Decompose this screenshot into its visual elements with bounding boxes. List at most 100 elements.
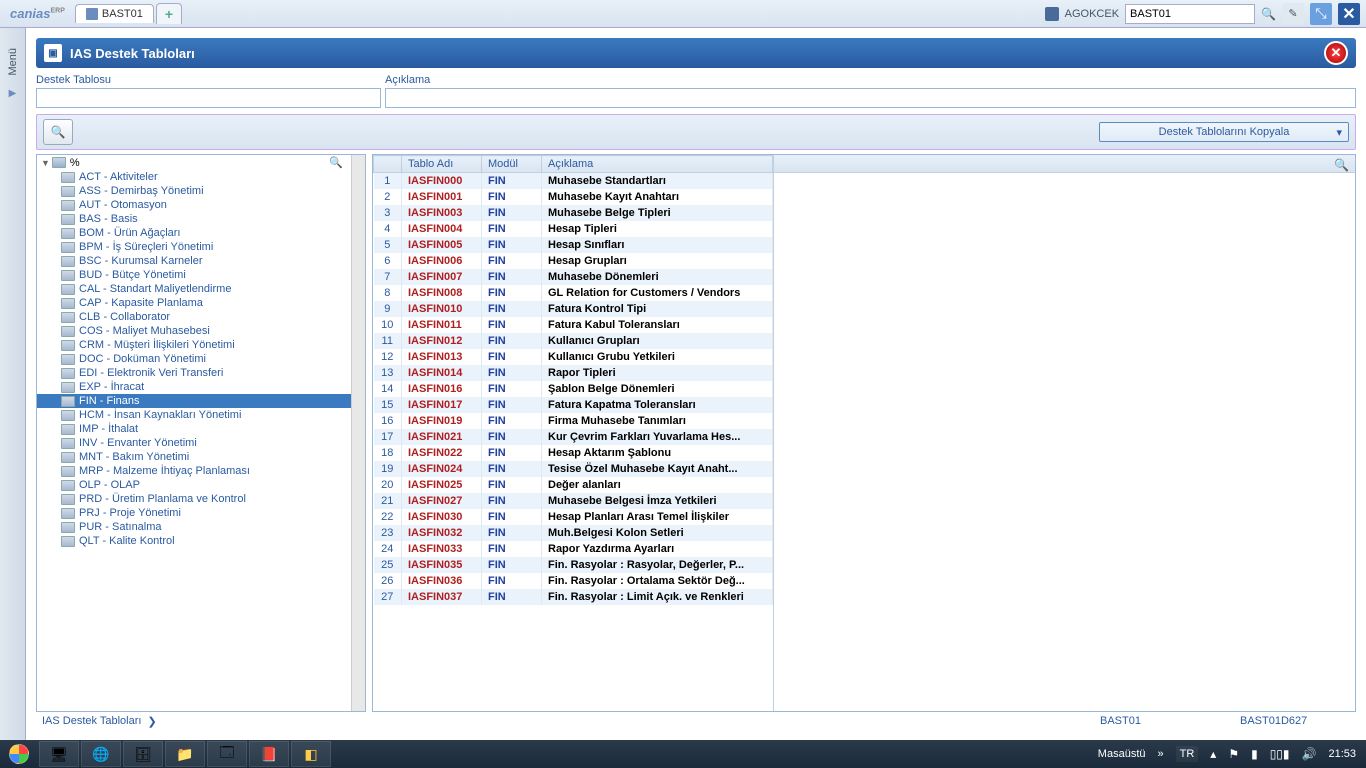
tree-item[interactable]: OLP - OLAP xyxy=(37,478,351,492)
window-edit-button[interactable] xyxy=(1282,3,1304,25)
table-row[interactable]: 21IASFIN027FINMuhasebe Belgesi İmza Yetk… xyxy=(374,493,773,509)
taskbar-item-1[interactable]: 🖥 xyxy=(39,741,79,767)
tree-scrollbar[interactable] xyxy=(351,155,365,711)
tree-collapse-icon[interactable]: ▼ xyxy=(41,158,50,168)
table-row[interactable]: 20IASFIN025FINDeğer alanları xyxy=(374,477,773,493)
table-row[interactable]: 11IASFIN012FINKullanıcı Grupları xyxy=(374,333,773,349)
volume-icon[interactable]: 🔊 xyxy=(1302,747,1317,761)
tree-item[interactable]: FIN - Finans xyxy=(37,394,351,408)
table-row[interactable]: 6IASFIN006FINHesap Grupları xyxy=(374,253,773,269)
tree-item[interactable]: EDI - Elektronik Veri Transferi xyxy=(37,366,351,380)
menu-expand-icon[interactable]: ▶ xyxy=(9,88,17,99)
table-row[interactable]: 18IASFIN022FINHesap Aktarım Şablonu xyxy=(374,445,773,461)
table-row[interactable]: 16IASFIN019FINFirma Muhasebe Tanımları xyxy=(374,413,773,429)
tree-item[interactable]: BOM - Ürün Ağaçları xyxy=(37,226,351,240)
folder-icon xyxy=(61,242,75,253)
table-row[interactable]: 12IASFIN013FINKullanıcı Grubu Yetkileri xyxy=(374,349,773,365)
table-row[interactable]: 13IASFIN014FINRapor Tipleri xyxy=(374,365,773,381)
tree-item[interactable]: INV - Envanter Yönetimi xyxy=(37,436,351,450)
tree-item[interactable]: BAS - Basis xyxy=(37,212,351,226)
table-row[interactable]: 23IASFIN032FINMuh.Belgesi Kolon Setleri xyxy=(374,525,773,541)
table-row[interactable]: 10IASFIN011FINFatura Kabul Toleransları xyxy=(374,317,773,333)
col-desc[interactable]: Açıklama xyxy=(542,156,773,173)
tree-item[interactable]: PRD - Üretim Planlama ve Kontrol xyxy=(37,492,351,506)
cell-module: FIN xyxy=(482,333,542,349)
window-maximize-button[interactable] xyxy=(1310,3,1332,25)
filter-desc-input[interactable] xyxy=(385,88,1356,108)
tree-item[interactable]: BSC - Kurumsal Karneler xyxy=(37,254,351,268)
network-icon[interactable]: ▯▯▮ xyxy=(1270,747,1290,761)
tree-item[interactable]: CAP - Kapasite Planlama xyxy=(37,296,351,310)
table-row[interactable]: 7IASFIN007FINMuhasebe Dönemleri xyxy=(374,269,773,285)
breadcrumb[interactable]: IAS Destek Tabloları xyxy=(42,715,141,727)
taskbar-item-folder[interactable]: 📁 xyxy=(165,741,205,767)
tree-item[interactable]: EXP - İhracat xyxy=(37,380,351,394)
col-table-name[interactable]: Tablo Adı xyxy=(402,156,482,173)
battery-icon[interactable]: ▮ xyxy=(1251,747,1258,761)
table-row[interactable]: 3IASFIN003FINMuhasebe Belge Tipleri xyxy=(374,205,773,221)
table-row[interactable]: 17IASFIN021FINKur Çevrim Farkları Yuvarl… xyxy=(374,429,773,445)
global-search-input[interactable] xyxy=(1125,4,1255,24)
tree-search-icon[interactable]: 🔍 xyxy=(329,156,347,169)
cell-module: FIN xyxy=(482,493,542,509)
tree-item[interactable]: CRM - Müşteri İlişkileri Yönetimi xyxy=(37,338,351,352)
tree-item[interactable]: CAL - Standart Maliyetlendirme xyxy=(37,282,351,296)
table-row[interactable]: 5IASFIN005FINHesap Sınıfları xyxy=(374,237,773,253)
tree-item[interactable]: HCM - İnsan Kaynakları Yönetimi xyxy=(37,408,351,422)
flag-icon[interactable]: ⚑ xyxy=(1228,747,1239,761)
tree-item[interactable]: IMP - İthalat xyxy=(37,422,351,436)
table-row[interactable]: 14IASFIN016FINŞablon Belge Dönemleri xyxy=(374,381,773,397)
language-indicator[interactable]: TR xyxy=(1176,746,1199,762)
table-row[interactable]: 19IASFIN024FINTesise Özel Muhasebe Kayıt… xyxy=(374,461,773,477)
tree-item[interactable]: PUR - Satınalma xyxy=(37,520,351,534)
search-button[interactable] xyxy=(43,119,73,145)
table-row[interactable]: 22IASFIN030FINHesap Planları Arası Temel… xyxy=(374,509,773,525)
start-button[interactable] xyxy=(0,740,38,768)
tree-item[interactable]: PRJ - Proje Yönetimi xyxy=(37,506,351,520)
table-row[interactable]: 4IASFIN004FINHesap Tipleri xyxy=(374,221,773,237)
taskbar-item-window[interactable]: 🗔 xyxy=(207,741,247,767)
tree-item[interactable]: ACT - Aktiviteler xyxy=(37,170,351,184)
tab-bast01[interactable]: BAST01 xyxy=(75,4,154,23)
taskbar-item-app[interactable]: ◧ xyxy=(291,741,331,767)
cell-rownum: 20 xyxy=(374,477,402,493)
table-search-icon[interactable]: 🔍 xyxy=(1334,158,1349,172)
table-row[interactable]: 1IASFIN000FINMuhasebe Standartları xyxy=(374,173,773,189)
table-row[interactable]: 25IASFIN035FINFin. Rasyolar : Rasyolar, … xyxy=(374,557,773,573)
copy-tables-dropdown[interactable]: Destek Tablolarını Kopyala xyxy=(1099,122,1349,142)
page-close-button[interactable]: ✕ xyxy=(1324,41,1348,65)
filter-table-input[interactable] xyxy=(36,88,381,108)
clock[interactable]: 21:53 xyxy=(1328,748,1356,760)
tray-up-icon[interactable]: ▴ xyxy=(1210,747,1216,761)
tree-item[interactable]: CLB - Collaborator xyxy=(37,310,351,324)
tree-item[interactable]: DOC - Doküman Yönetimi xyxy=(37,352,351,366)
search-icon[interactable]: 🔍 xyxy=(1261,7,1276,21)
taskbar-item-pdf[interactable]: 📕 xyxy=(249,741,289,767)
tree-item[interactable]: AUT - Otomasyon xyxy=(37,198,351,212)
tree-item[interactable]: MRP - Malzeme İhtiyaç Planlaması xyxy=(37,464,351,478)
show-desktop-label[interactable]: Masaüstü xyxy=(1098,748,1146,760)
table-row[interactable]: 9IASFIN010FINFatura Kontrol Tipi xyxy=(374,301,773,317)
taskbar-item-chrome[interactable]: 🌐 xyxy=(81,741,121,767)
new-tab-button[interactable]: + xyxy=(156,3,182,24)
tree-item[interactable]: QLT - Kalite Kontrol xyxy=(37,534,351,548)
table-row[interactable]: 2IASFIN001FINMuhasebe Kayıt Anahtarı xyxy=(374,189,773,205)
taskbar-item-db[interactable]: 🗄 xyxy=(123,741,163,767)
table-row[interactable]: 27IASFIN037FINFin. Rasyolar : Limit Açık… xyxy=(374,589,773,605)
menu-sidebar[interactable]: Menü ▶ xyxy=(0,28,26,740)
tree-item[interactable]: BUD - Bütçe Yönetimi xyxy=(37,268,351,282)
tree-item[interactable]: BPM - İş Süreçleri Yönetimi xyxy=(37,240,351,254)
tree-item[interactable]: MNT - Bakım Yönetimi xyxy=(37,450,351,464)
table-row[interactable]: 24IASFIN033FINRapor Yazdırma Ayarları xyxy=(374,541,773,557)
table-row[interactable]: 15IASFIN017FINFatura Kapatma Toleranslar… xyxy=(374,397,773,413)
page-header-icon: ▣ xyxy=(44,44,62,62)
module-tree[interactable]: ▼ % 🔍 ACT - AktivitelerASS - Demirbaş Yö… xyxy=(37,155,351,711)
cell-desc: Şablon Belge Dönemleri xyxy=(542,381,773,397)
col-module[interactable]: Modül xyxy=(482,156,542,173)
col-rownum[interactable] xyxy=(374,156,402,173)
table-row[interactable]: 8IASFIN008FINGL Relation for Customers /… xyxy=(374,285,773,301)
window-close-button[interactable] xyxy=(1338,3,1360,25)
tree-item[interactable]: COS - Maliyet Muhasebesi xyxy=(37,324,351,338)
tree-item[interactable]: ASS - Demirbaş Yönetimi xyxy=(37,184,351,198)
table-row[interactable]: 26IASFIN036FINFin. Rasyolar : Ortalama S… xyxy=(374,573,773,589)
